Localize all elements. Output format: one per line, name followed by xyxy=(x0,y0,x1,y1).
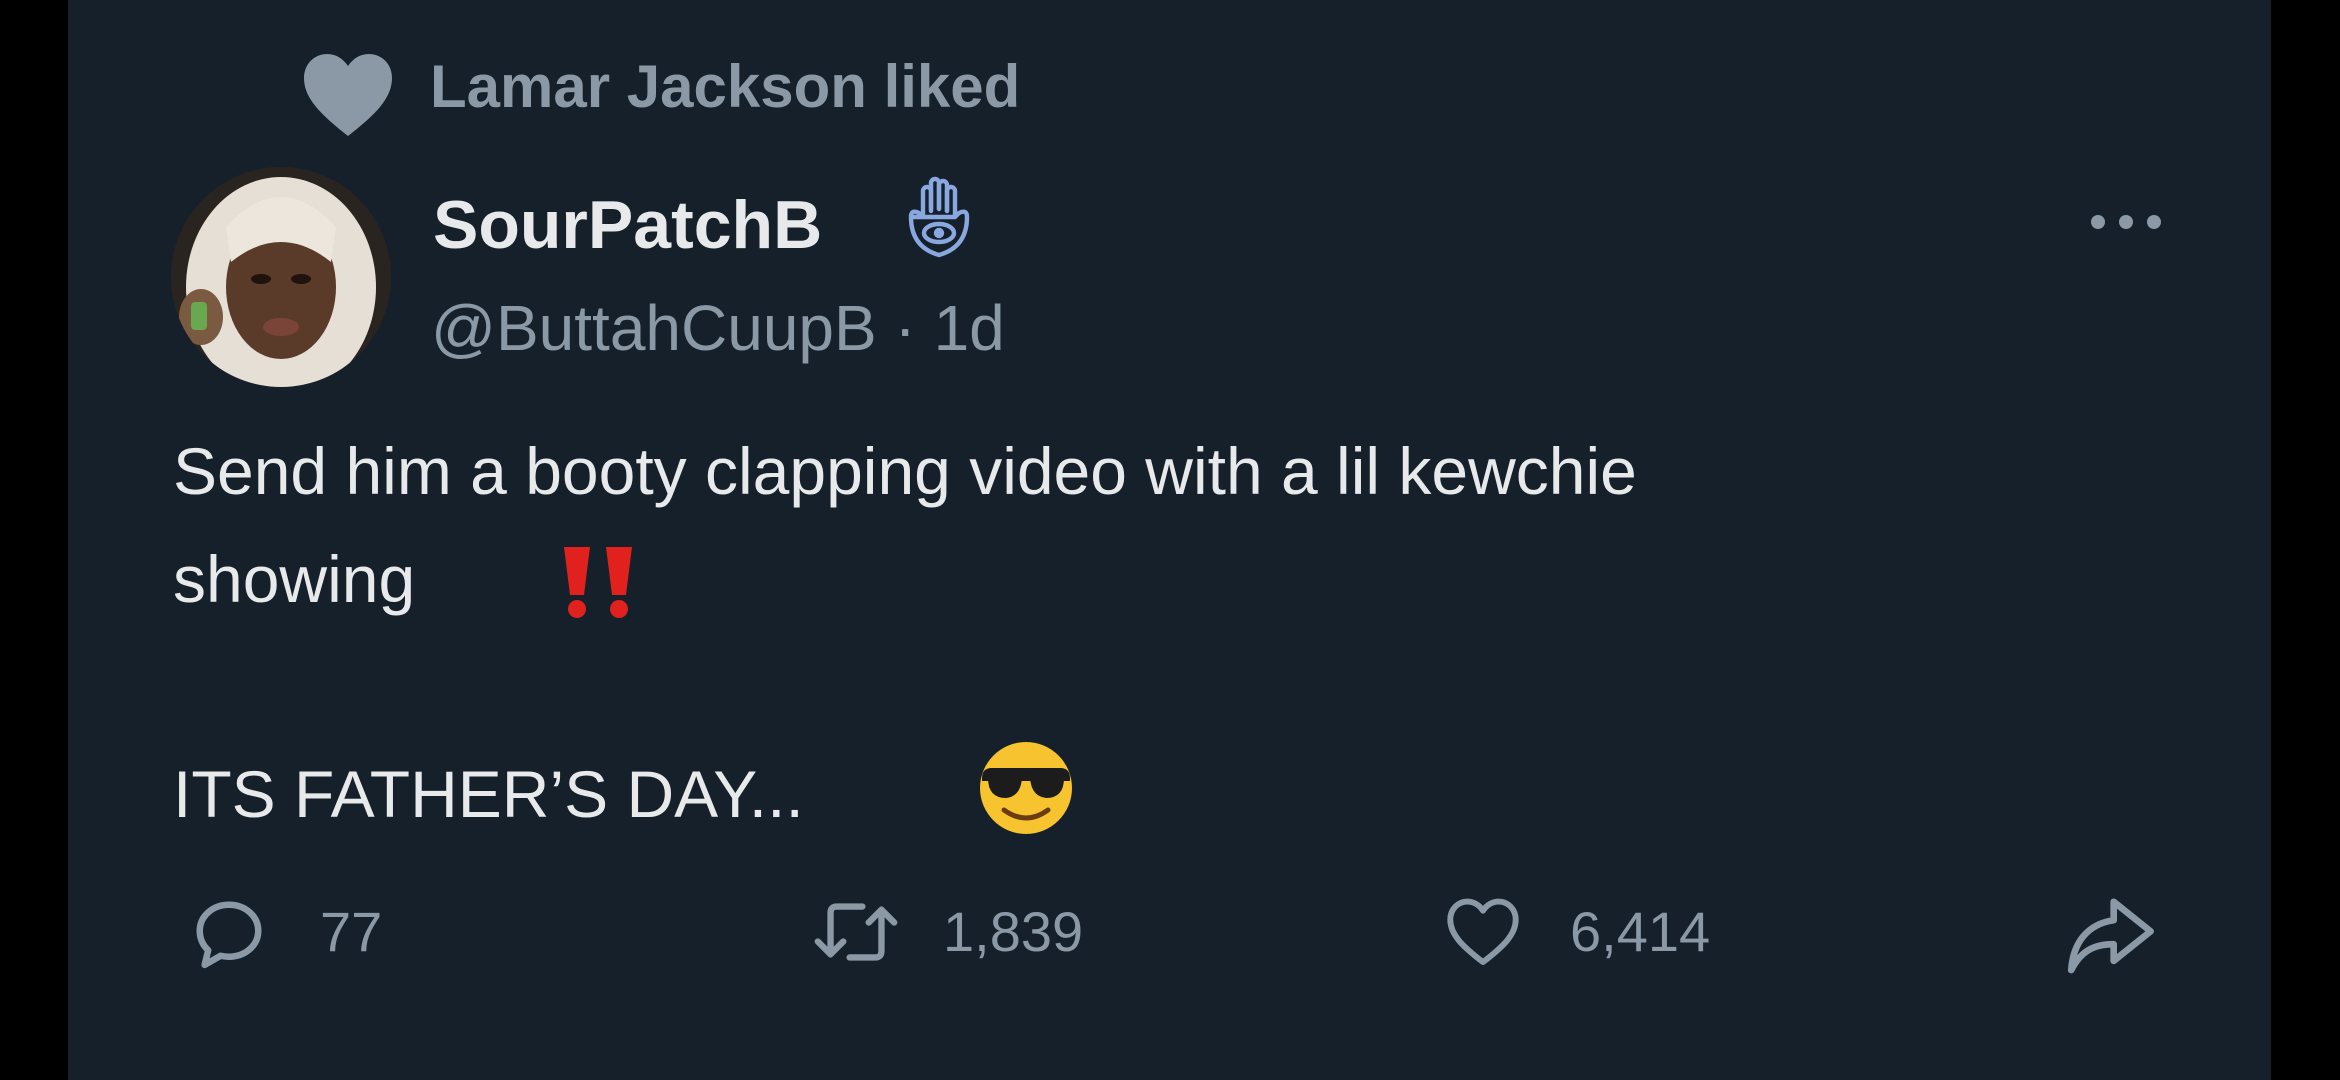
display-name[interactable]: SourPatchB xyxy=(433,185,822,265)
tweet-card[interactable]: Lamar Jackson liked SourPatchB @ButtahCu… xyxy=(68,0,2271,1080)
double-exclamation-icon xyxy=(564,547,632,618)
heart-filled-icon xyxy=(304,54,392,136)
reply-count[interactable]: 77 xyxy=(320,900,382,964)
social-context-label[interactable]: Lamar Jackson liked xyxy=(430,52,1020,122)
smiling-face-with-sunglasses-emoji xyxy=(980,742,1072,834)
tweet-text-line: showing xyxy=(173,542,416,616)
more-options-icon[interactable] xyxy=(2086,210,2166,234)
profile-photo xyxy=(171,167,391,387)
reply-icon[interactable] xyxy=(190,895,268,973)
retweet-icon[interactable] xyxy=(808,897,904,967)
like-heart-icon[interactable] xyxy=(1443,895,1523,967)
handle-and-timestamp[interactable]: @ButtahCuupB · 1d xyxy=(431,290,1005,366)
like-count[interactable]: 6,414 xyxy=(1570,900,1710,964)
tweet-text-line: ITS FATHER’S DAY... xyxy=(173,757,804,831)
share-icon[interactable] xyxy=(2062,890,2158,980)
hamsa-icon xyxy=(908,176,970,258)
retweet-count[interactable]: 1,839 xyxy=(943,900,1083,964)
tweet-text-line: Send him a booty clapping video with a l… xyxy=(173,434,1637,508)
avatar[interactable] xyxy=(171,167,391,387)
